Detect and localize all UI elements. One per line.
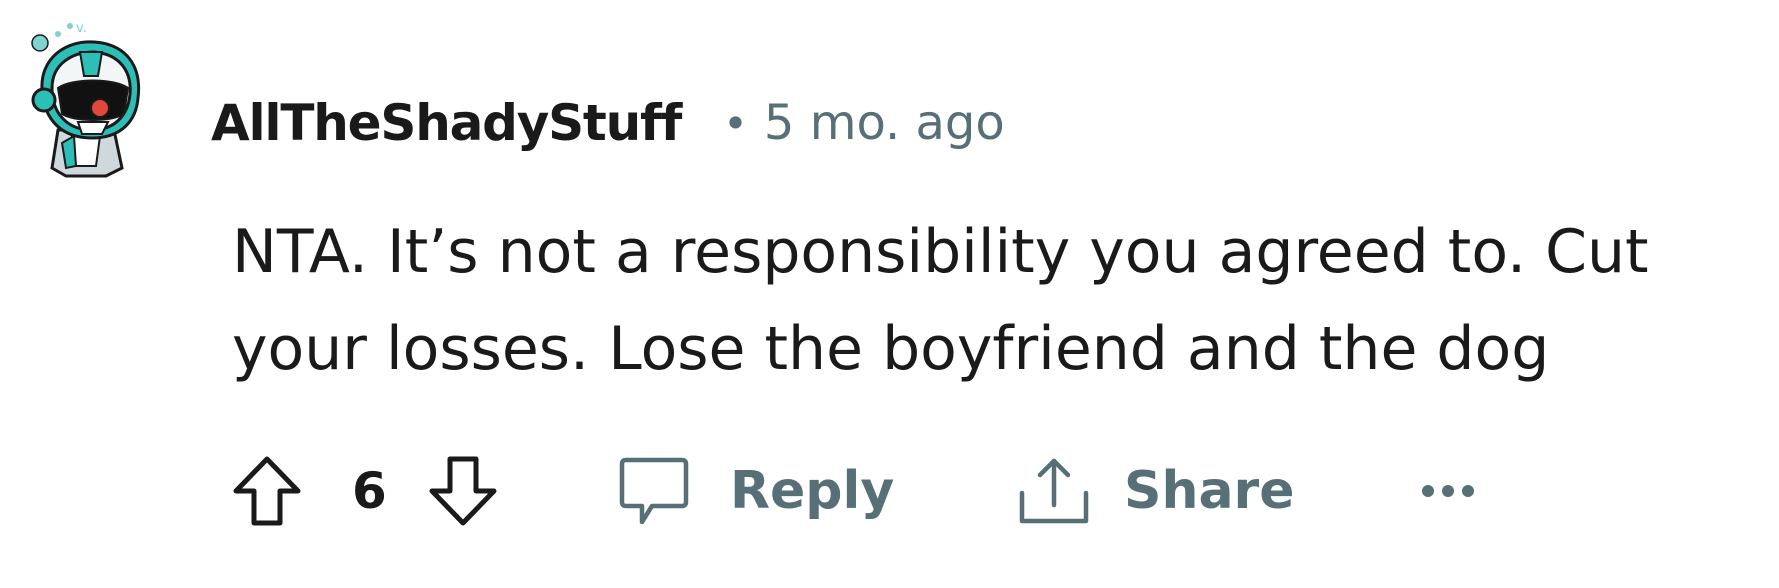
svg-text:v.: v.: [76, 21, 87, 36]
more-options-button[interactable]: [1420, 446, 1476, 536]
share-label: Share: [1124, 461, 1295, 521]
comment: v. AllTheShadyStuff • 5 mo. ago NTA. It’…: [0, 0, 1779, 588]
speech-bubble-icon: [618, 456, 690, 526]
reply-button[interactable]: Reply: [618, 446, 894, 536]
comment-timestamp[interactable]: 5 mo. ago: [764, 95, 1005, 151]
ellipsis-icon: [1422, 485, 1474, 497]
vote-score: 6: [352, 462, 387, 520]
share-upload-icon: [1018, 455, 1090, 527]
comment-action-bar: 6 Reply Share: [232, 446, 1532, 536]
share-button[interactable]: Share: [1018, 446, 1294, 536]
upvote-button[interactable]: [232, 446, 302, 536]
arrow-down-outline-icon: [429, 456, 497, 526]
downvote-button[interactable]: [428, 446, 498, 536]
arrow-up-outline-icon: [233, 456, 301, 526]
comment-body: NTA. It’s not a responsibility you agree…: [232, 217, 1649, 384]
reply-label: Reply: [730, 461, 895, 521]
meta-separator: •: [723, 98, 748, 148]
comment-meta: AllTheShadyStuff • 5 mo. ago: [211, 88, 1005, 158]
user-avatar[interactable]: v.: [22, 18, 150, 188]
author-username[interactable]: AllTheShadyStuff: [211, 94, 682, 152]
robot-avatar-icon: v.: [31, 21, 141, 178]
